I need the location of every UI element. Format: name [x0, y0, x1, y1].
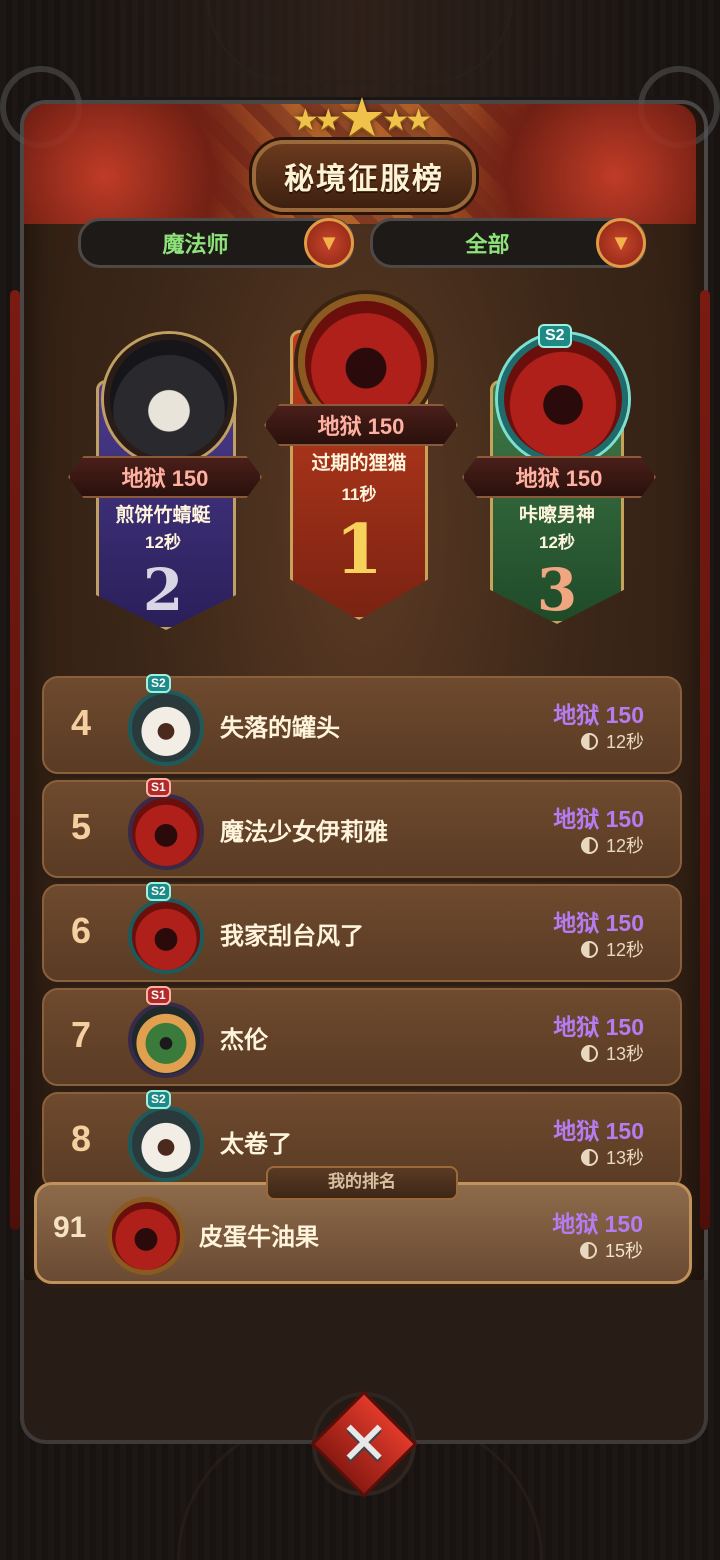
class-filter-label: 魔法师 — [162, 232, 229, 257]
close-icon: ✕ — [338, 1410, 390, 1477]
clear-time: 11秒 — [341, 485, 377, 504]
rank-number: 2 — [142, 556, 184, 624]
player-name: 太卷了 — [220, 1131, 292, 1158]
tier-badge: 地狱 150 — [462, 456, 656, 498]
rank-number: 5 — [70, 806, 92, 847]
player-name: 过期的狸猫 — [311, 453, 407, 474]
page-title: 秘境征服榜 — [284, 163, 444, 196]
triangle-down-icon[interactable]: ▼ — [596, 218, 646, 268]
rank-number: 4 — [70, 702, 92, 743]
season-badge: S2 — [146, 674, 171, 693]
close-button[interactable]: ✕ — [310, 1390, 418, 1498]
clear-time: 12秒 — [145, 533, 181, 552]
clear-time: 12秒 — [539, 533, 575, 552]
clear-time: 12秒 — [580, 728, 644, 754]
red-demon-icon[interactable] — [128, 898, 204, 974]
season-badge: S2 — [538, 324, 572, 348]
tier-label: 地狱 150 — [553, 702, 644, 728]
clock-icon — [580, 1149, 598, 1166]
triangle-down-icon[interactable]: ▼ — [304, 218, 354, 268]
clear-time: 13秒 — [580, 1144, 644, 1170]
red-demon-icon[interactable] — [107, 1197, 185, 1275]
rank-number: 7 — [70, 1014, 92, 1055]
sheep-avatar-icon[interactable] — [128, 1106, 204, 1182]
tier-label: 地狱 150 — [553, 1118, 644, 1144]
star-icon: ★ — [337, 88, 386, 148]
fox-avatar-icon[interactable] — [128, 1002, 204, 1078]
tier-badge: 地狱 150 — [264, 404, 458, 446]
tier-label: 地狱 150 — [552, 1211, 643, 1237]
tier-label: 地狱 150 — [553, 910, 644, 936]
player-name: 魔法少女伊莉雅 — [220, 819, 388, 846]
player-name: 失落的罐头 — [220, 715, 340, 742]
clock-icon — [580, 1045, 598, 1062]
player-name: 我家刮台风了 — [220, 923, 364, 950]
clear-time: 12秒 — [580, 832, 644, 858]
list-item[interactable]: 7 S1 杰伦 地狱 150 13秒 — [42, 986, 682, 1086]
star-icon: ★★ — [382, 104, 432, 137]
list-item[interactable]: 4 S2 失落的罐头 地狱 150 12秒 — [42, 674, 682, 774]
tier-badge: 地狱 150 — [68, 456, 262, 498]
season-badge: S2 — [146, 1090, 171, 1109]
rank-number: 1 — [335, 510, 383, 590]
left-side-bar — [10, 290, 20, 1230]
red-demon-icon[interactable] — [498, 334, 628, 464]
class-filter-dropdown[interactable]: 魔法师 ▼ — [78, 218, 354, 268]
scope-filter-label: 全部 — [465, 232, 510, 257]
clear-time: 12秒 — [580, 936, 644, 962]
sheep-avatar-icon[interactable] — [128, 690, 204, 766]
list-item[interactable]: 5 S1 魔法少女伊莉雅 地狱 150 12秒 — [42, 778, 682, 878]
my-rank-label: 我的排名 — [266, 1166, 458, 1200]
rank-number: 8 — [70, 1118, 92, 1159]
clock-icon — [580, 733, 598, 750]
top-ornament — [207, 0, 513, 83]
clear-time: 15秒 — [579, 1237, 643, 1263]
star-icon: ★★ — [291, 104, 342, 137]
clear-time: 13秒 — [580, 1040, 644, 1066]
scope-filter-dropdown[interactable]: 全部 ▼ — [370, 218, 646, 268]
player-name: 咔嚓男神 — [518, 505, 595, 526]
rank-number: 91 — [53, 1211, 87, 1244]
player-name: 煎饼竹蜻蜓 — [115, 505, 211, 526]
title-plate: 秘境征服榜 — [252, 140, 476, 212]
rank-number: 3 — [536, 556, 578, 624]
season-badge: S1 — [146, 986, 171, 1005]
rank-number: 6 — [70, 910, 92, 951]
hooded-sheep-icon[interactable] — [104, 334, 234, 464]
tier-label: 地狱 150 — [553, 1014, 644, 1040]
player-name: 皮蛋牛油果 — [199, 1224, 319, 1251]
clock-icon — [579, 1242, 597, 1259]
clock-icon — [580, 837, 598, 854]
season-badge: S1 — [146, 778, 171, 797]
list-item[interactable]: 6 S2 我家刮台风了 地狱 150 12秒 — [42, 882, 682, 982]
red-demon-icon[interactable] — [128, 794, 204, 870]
player-name: 杰伦 — [220, 1027, 268, 1054]
clock-icon — [580, 941, 598, 958]
tier-label: 地狱 150 — [553, 806, 644, 832]
season-badge: S2 — [146, 882, 171, 901]
right-side-bar — [700, 290, 710, 1230]
